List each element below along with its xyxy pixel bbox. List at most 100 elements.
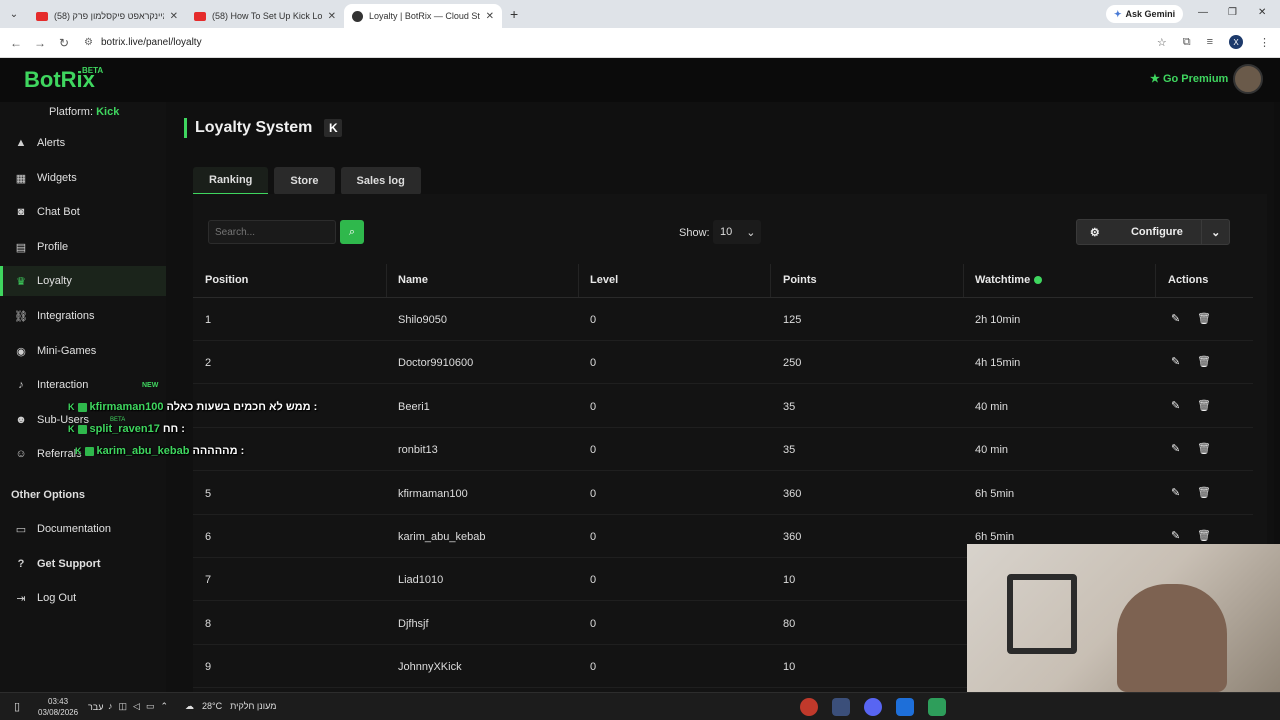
- level-cell: 0: [590, 531, 597, 543]
- search-input[interactable]: [208, 220, 336, 244]
- sidebar-item-interaction[interactable]: ♪ Interaction NEW: [0, 370, 166, 400]
- user-avatar[interactable]: [1233, 64, 1263, 94]
- discord-app-icon[interactable]: [864, 698, 882, 716]
- tab-store[interactable]: Store: [274, 167, 335, 195]
- obs-app-icon[interactable]: [800, 698, 818, 716]
- media-icon[interactable]: ≡: [1207, 36, 1213, 48]
- search-button[interactable]: ⌕: [340, 220, 364, 244]
- show-label: Show:: [679, 227, 710, 239]
- maximize-icon[interactable]: ❐: [1228, 7, 1237, 18]
- store-app-icon[interactable]: [928, 698, 946, 716]
- trash-icon[interactable]: 🗑: [1197, 529, 1211, 542]
- column-header-level: Level: [590, 274, 619, 286]
- clock-time: 03:43: [48, 697, 69, 706]
- volume-icon[interactable]: ◁: [133, 701, 140, 712]
- close-tab-icon[interactable]: ✕: [486, 11, 494, 22]
- weather-widget[interactable]: ☁ 28°C מעונן חלקית: [185, 701, 276, 712]
- sidebar-item-alerts[interactable]: ▲ Alerts: [0, 128, 166, 158]
- sidebar-item-get-support[interactable]: ? Get Support: [0, 549, 166, 579]
- app-header: BotRix BETA ★ Go Premium: [0, 58, 1280, 102]
- other-options-title: Other Options: [11, 489, 85, 501]
- points-cell: 35: [783, 444, 796, 457]
- close-tab-icon[interactable]: ✕: [328, 11, 336, 22]
- logo-beta-badge: BETA: [82, 66, 104, 75]
- sidebar-item-profile[interactable]: ▤ Profile: [0, 232, 166, 262]
- close-window-icon[interactable]: ✕: [1258, 7, 1266, 18]
- reload-icon[interactable]: ↻: [52, 36, 76, 50]
- edit-icon[interactable]: ✎: [1171, 399, 1180, 412]
- tab-search-icon[interactable]: ⌄: [0, 0, 28, 28]
- url-field[interactable]: ⚙ botrix.live/panel/loyalty: [84, 37, 202, 48]
- sidebar-item-documentation[interactable]: ▭ Documentation: [0, 514, 166, 544]
- level-cell: 0: [590, 574, 597, 587]
- chat-username: karim_abu_kebab: [96, 445, 190, 457]
- ask-gemini-button[interactable]: ✦ Ask Gemini: [1106, 5, 1184, 23]
- bookmark-star-icon[interactable]: ☆: [1157, 36, 1167, 49]
- trash-icon[interactable]: 🗑: [1197, 355, 1211, 368]
- edit-icon[interactable]: ✎: [1171, 442, 1180, 455]
- extensions-icon[interactable]: ⧉: [1183, 36, 1191, 49]
- name-cell: karim_abu_kebab: [398, 531, 486, 543]
- browser-profile-icon[interactable]: X: [1229, 35, 1243, 49]
- taskbar-clock[interactable]: 03:43 03/08/2026: [38, 696, 78, 718]
- sidebar-item-mini-games[interactable]: ◉ Mini-Games: [0, 336, 166, 366]
- new-tab-icon[interactable]: +: [510, 6, 518, 22]
- kick-badge-icon: K: [68, 424, 75, 434]
- info-icon[interactable]: [1034, 276, 1043, 285]
- sidebar-item-chat-bot[interactable]: ◙ Chat Bot: [0, 197, 166, 227]
- level-cell: 0: [590, 400, 597, 413]
- sidebar-item-integrations[interactable]: ⛓ Integrations: [0, 301, 166, 331]
- configure-dropdown-icon[interactable]: ⌄: [1201, 220, 1229, 244]
- sidebar-item-log-out[interactable]: ⇥ Log Out: [0, 583, 166, 613]
- minimize-icon[interactable]: —: [1198, 7, 1208, 18]
- position-cell: 6: [205, 531, 212, 543]
- back-icon[interactable]: ←: [4, 36, 28, 50]
- edit-icon[interactable]: ✎: [1171, 355, 1180, 368]
- trash-icon[interactable]: 🗑: [1197, 486, 1211, 499]
- configure-button[interactable]: ⚙ Configure ⌄: [1076, 219, 1230, 245]
- go-premium-button[interactable]: ★ Go Premium: [1150, 72, 1228, 85]
- position-cell: 1: [205, 314, 212, 326]
- notification-icon[interactable]: ▯: [14, 700, 20, 713]
- network-icon[interactable]: ◫: [119, 701, 128, 712]
- webcam-overlay: [967, 544, 1280, 692]
- tray-expand-icon[interactable]: ⌃: [160, 701, 168, 712]
- position-cell: 2: [205, 357, 212, 370]
- trash-icon[interactable]: 🗑: [1197, 399, 1211, 412]
- column-header-actions: Actions: [1168, 274, 1209, 286]
- edit-icon[interactable]: ✎: [1171, 529, 1180, 542]
- edit-icon[interactable]: ✎: [1171, 486, 1180, 499]
- outlook-app-icon[interactable]: [896, 698, 914, 716]
- weather-temperature: 28°C: [202, 701, 223, 711]
- browser-tab-2[interactable]: (58) How To Set Up Kick Loyalty ✕: [186, 4, 344, 28]
- forward-icon[interactable]: →: [28, 36, 52, 50]
- points-cell: 80: [783, 617, 796, 630]
- site-info-icon[interactable]: ⚙: [84, 37, 93, 48]
- table-row: ronbit13 0 35 40 min ✎ 🗑: [193, 428, 1253, 472]
- sidebar-item-label: Mini-Games: [37, 345, 97, 357]
- close-tab-icon[interactable]: ✕: [170, 11, 178, 22]
- chat-text: מההההה :: [192, 445, 245, 457]
- tab-ranking[interactable]: Ranking: [193, 167, 269, 195]
- browser-tab-3[interactable]: Loyalty | BotRix — Cloud Stream ✕: [344, 4, 502, 28]
- browser-menu-icon[interactable]: ⋮: [1259, 36, 1270, 49]
- sidebar-item-widgets[interactable]: ▦ Widgets: [0, 163, 166, 193]
- level-cell: 0: [590, 357, 597, 370]
- microphone-icon[interactable]: ♪: [108, 701, 113, 712]
- table-row: Beeri1 0 35 40 min ✎ 🗑: [193, 385, 1253, 428]
- show-count-select[interactable]: 10 ⌄: [713, 220, 761, 244]
- language-indicator[interactable]: עבר: [88, 702, 103, 712]
- sidebar-item-loyalty[interactable]: ♛ Loyalty: [0, 266, 166, 296]
- trash-icon[interactable]: 🗑: [1197, 442, 1211, 455]
- gemini-label: Ask Gemini: [1125, 9, 1176, 19]
- edit-icon[interactable]: ✎: [1171, 312, 1180, 325]
- chrome-app-icon[interactable]: [832, 698, 850, 716]
- tab-sales-log[interactable]: Sales log: [340, 167, 421, 195]
- platform-indicator: Platform: Kick: [49, 106, 119, 118]
- points-cell: 125: [783, 314, 802, 326]
- name-cell: Beeri1: [398, 400, 430, 413]
- battery-icon[interactable]: ▭: [146, 701, 155, 712]
- points-cell: 360: [783, 531, 802, 543]
- trash-icon[interactable]: 🗑: [1197, 312, 1211, 325]
- browser-tab-1[interactable]: (58) מיינקראפט פיקסלמון פרק ✕: [28, 4, 186, 28]
